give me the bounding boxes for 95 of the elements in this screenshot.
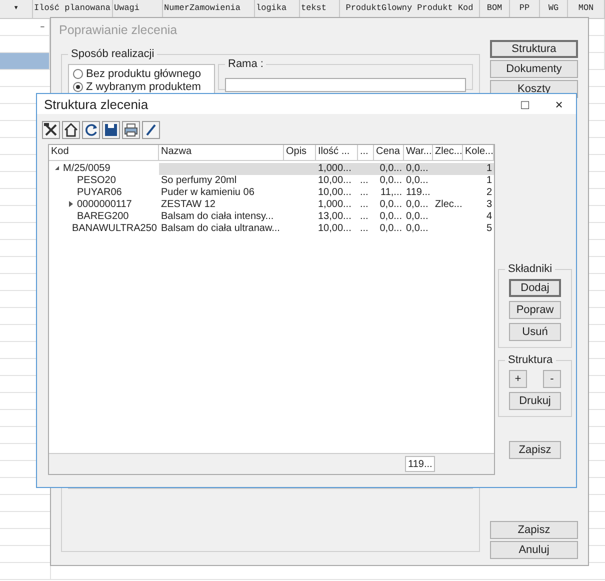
table-cell: 1,000... xyxy=(318,199,352,210)
table-cell: ... xyxy=(360,199,368,210)
refresh-icon xyxy=(83,122,99,138)
print-button[interactable]: Drukuj xyxy=(509,392,561,410)
table-cell: 0,0... xyxy=(380,223,402,234)
table-cell: 0,0... xyxy=(406,163,428,174)
table-cell: ... xyxy=(360,211,368,222)
table-cell: 0000000117 xyxy=(77,199,132,211)
column-header[interactable]: Zlec... xyxy=(435,146,462,157)
table-cell: ... xyxy=(360,187,368,198)
window-title: Poprawianie zlecenia xyxy=(58,22,178,39)
print-tool[interactable] xyxy=(122,121,140,139)
table-cell: ... xyxy=(360,223,368,234)
expand-button[interactable]: + xyxy=(509,370,527,388)
pen-tool[interactable] xyxy=(142,121,160,139)
table-cell: ZESTAW 12 xyxy=(161,199,216,210)
tree-row[interactable]: BAREG200 Balsam do ciała intensy... 13,00... ... 0,0... 0,0... 4 xyxy=(49,211,494,223)
table-cell: 0,0... xyxy=(380,211,402,222)
collapse-button[interactable]: - xyxy=(543,370,561,388)
table-cell: 0,0... xyxy=(406,175,428,186)
save-icon xyxy=(103,122,119,138)
table-cell: 11,... xyxy=(380,187,402,198)
table-cell: 1,000... xyxy=(318,163,352,174)
radio-label[interactable]: Z wybranym produktem xyxy=(86,80,201,92)
home-tool[interactable] xyxy=(62,121,80,139)
window-title: Struktura zlecenia xyxy=(44,96,150,112)
save-button[interactable]: Zapisz xyxy=(490,521,578,539)
tree-row[interactable]: 0000000117 ZESTAW 12 1,000... ... 0,0... 0,0... Zlec... 3 xyxy=(49,199,494,211)
dropdown-field[interactable] xyxy=(225,78,466,92)
table-cell: 5 xyxy=(486,223,492,234)
table-cell: So perfumy 20ml xyxy=(161,175,237,186)
save-button[interactable]: Zapisz xyxy=(509,441,561,459)
table-cell: Puder w kamieniu 06 xyxy=(161,187,254,198)
close-button[interactable]: × xyxy=(542,96,576,112)
group-label: Struktura xyxy=(507,354,554,366)
filter-icon[interactable]: ▾ xyxy=(13,3,19,13)
print-icon xyxy=(123,122,139,138)
group-label: Składniki xyxy=(507,263,554,275)
group-label: Rama : xyxy=(227,58,264,70)
table-cell: 10,00... xyxy=(318,175,352,186)
table-cell: 3 xyxy=(486,199,492,210)
column-header[interactable]: War... xyxy=(406,146,432,157)
side-button[interactable]: Dokumenty xyxy=(490,60,578,78)
radio-button[interactable] xyxy=(73,68,83,78)
table-cell: – xyxy=(40,22,45,32)
table-cell: M/25/0059 xyxy=(63,163,110,175)
tools-icon xyxy=(43,122,59,138)
table-cell: BANAWULTRA250 xyxy=(72,223,157,235)
minimize-button[interactable]: □ xyxy=(508,96,542,112)
tree-row[interactable]: M/25/0059 1,000... 0,0... 0,0... 1 xyxy=(49,163,494,175)
table-cell: 13,00... xyxy=(318,211,352,222)
column-header[interactable]: Opis xyxy=(286,146,307,157)
table-cell: 0,0... xyxy=(406,199,428,210)
radio-label[interactable]: Bez produktu głównego xyxy=(86,68,201,80)
column-header[interactable]: Cena xyxy=(376,146,400,157)
home-icon xyxy=(63,122,79,138)
table-cell: 0,0... xyxy=(380,199,402,210)
table-cell: PUYAR06 xyxy=(77,187,122,199)
tree-row[interactable]: PUYAR06 Puder w kamieniu 06 10,00... ... 11,... 119... 2 xyxy=(49,187,494,199)
table-cell: 0,0... xyxy=(406,211,428,222)
table-row-cell[interactable] xyxy=(0,53,50,69)
table-cell: 10,00... xyxy=(318,223,352,234)
total-field: 119... xyxy=(405,456,436,472)
column-header[interactable]: Kod xyxy=(51,146,69,157)
refresh-tool[interactable] xyxy=(82,121,100,139)
radio-button[interactable] xyxy=(73,82,83,92)
table-cell: BAREG200 xyxy=(77,211,129,223)
component-button[interactable]: Popraw xyxy=(509,301,561,319)
tree-row[interactable]: BANAWULTRA250 Balsam do ciała ultranaw... 10,00... ... 0,0... 0,0... 5 xyxy=(49,223,494,235)
side-button[interactable]: Struktura xyxy=(490,40,578,58)
table-cell: Zlec... xyxy=(435,199,462,210)
table-cell: 0,0... xyxy=(380,163,402,174)
component-button[interactable]: Usuń xyxy=(509,323,561,341)
table-cell: Balsam do ciała intensy... xyxy=(161,211,274,222)
table-cell: Balsam do ciała ultranaw... xyxy=(161,223,280,234)
table-cell: 2 xyxy=(486,187,492,198)
column-header[interactable]: Kole... xyxy=(465,146,494,157)
tree-row[interactable]: PESO20 So perfumy 20ml 10,00... ... 0,0... 0,0... 1 xyxy=(49,175,494,187)
cancel-button[interactable]: Anuluj xyxy=(490,541,578,559)
table-cell: 1 xyxy=(486,175,492,186)
table-cell: ... xyxy=(360,175,368,186)
component-button[interactable]: Dodaj xyxy=(509,279,561,297)
column-header[interactable]: ... xyxy=(360,146,368,157)
table-cell: PESO20 xyxy=(77,175,116,187)
save-tool[interactable] xyxy=(102,121,120,139)
table-cell: 4 xyxy=(486,211,492,222)
table-cell: 119... xyxy=(406,187,430,198)
tools-tool[interactable] xyxy=(42,121,60,139)
table-cell: 1 xyxy=(486,163,492,174)
table-cell: 10,00... xyxy=(318,187,352,198)
table-cell: 0,0... xyxy=(406,223,428,234)
table-cell: 0,0... xyxy=(380,175,402,186)
column-header[interactable]: Nazwa xyxy=(161,146,192,157)
group-label: Sposób realizacji xyxy=(70,48,156,60)
column-header[interactable]: Ilość ... xyxy=(318,146,350,157)
